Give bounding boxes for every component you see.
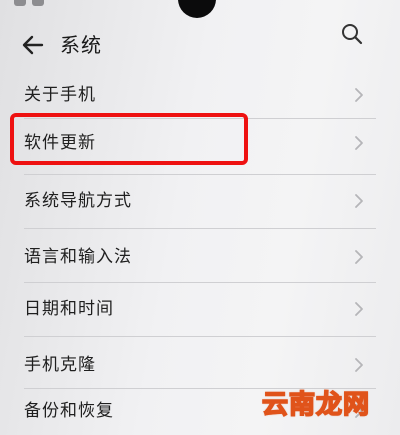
settings-item-about-phone[interactable]: 关于手机 xyxy=(0,72,400,118)
highlight-box xyxy=(10,113,248,165)
settings-item-label: 手机克隆 xyxy=(24,355,96,375)
camera-notch xyxy=(178,0,216,18)
settings-item-label: 关于手机 xyxy=(24,85,96,105)
chevron-right-icon xyxy=(352,356,366,374)
chevron-right-icon xyxy=(352,134,366,152)
divider xyxy=(24,174,376,175)
chevron-right-icon xyxy=(352,300,366,318)
divider xyxy=(24,282,376,283)
chevron-right-icon xyxy=(352,192,366,210)
divider xyxy=(24,336,376,337)
settings-item-label: 系统导航方式 xyxy=(24,191,132,211)
status-bar xyxy=(0,0,400,20)
settings-item-system-navigation[interactable]: 系统导航方式 xyxy=(0,178,400,224)
watermark-logo: 云南龙网 xyxy=(261,389,371,421)
settings-item-label: 日期和时间 xyxy=(24,299,114,319)
chevron-right-icon xyxy=(352,86,366,104)
settings-item-date-time[interactable]: 日期和时间 xyxy=(0,286,400,332)
settings-item-language-input[interactable]: 语言和输入法 xyxy=(0,234,400,280)
notification-icon xyxy=(32,0,44,6)
settings-screen: 系统 关于手机 软件更新 系统导航方式 语言和输入法 日期和时间 手机克隆 备份… xyxy=(0,0,400,435)
notification-icon xyxy=(14,0,26,6)
settings-item-label: 语言和输入法 xyxy=(24,247,132,267)
settings-item-phone-clone[interactable]: 手机克隆 xyxy=(0,342,400,388)
chevron-right-icon xyxy=(352,248,366,266)
status-icons xyxy=(14,0,44,6)
page-title: 系统 xyxy=(60,33,102,57)
search-icon[interactable] xyxy=(340,22,364,46)
divider xyxy=(24,228,376,229)
settings-item-label: 备份和恢复 xyxy=(24,401,114,421)
back-arrow-icon[interactable] xyxy=(20,32,46,58)
